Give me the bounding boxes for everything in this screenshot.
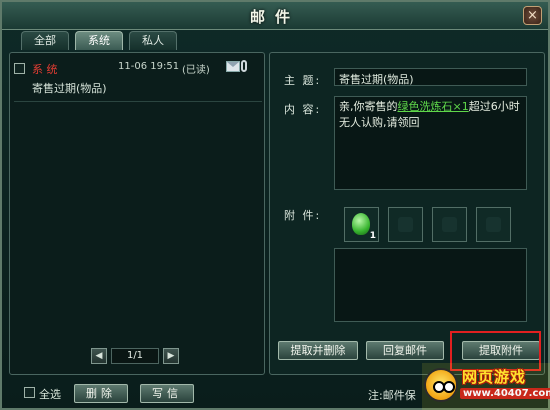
attachment-info-box <box>334 248 527 322</box>
select-all-label: 全选 <box>39 388 61 401</box>
extract-and-delete-button[interactable]: 提取并删除 <box>278 341 358 360</box>
content-text: 亲,你寄售的绿色洗炼石×1超过6小时无人认购,请领回 <box>339 99 525 131</box>
mail-subject: 寄售过期(物品) <box>32 82 107 95</box>
tab-private[interactable]: 私人 <box>129 31 177 50</box>
subject-field: 寄售过期(物品) <box>334 68 527 86</box>
envelope-icon <box>226 61 240 72</box>
reply-mail-button[interactable]: 回复邮件 <box>366 341 444 360</box>
mail-detail-panel: 主 题: 寄售过期(物品) 内 容: 亲,你寄售的绿色洗炼石×1超过6小时无人认… <box>269 52 545 375</box>
mail-select-checkbox[interactable] <box>14 62 25 74</box>
write-mail-button[interactable]: 写信 <box>140 384 194 403</box>
mail-list-panel: 系 统 11-06 19:51 (已读) 寄售过期(物品) <box>9 52 265 375</box>
title-bar: 邮件 × <box>2 2 548 30</box>
attachment-slot-2[interactable] <box>388 207 423 242</box>
mail-read-status: (已读) <box>182 65 210 76</box>
content-label: 内 容: <box>284 103 322 116</box>
page-indicator: 1/1 <box>111 348 159 364</box>
attachment-clip-icon <box>241 60 247 72</box>
attachment-slots: 1 <box>344 207 524 243</box>
content-prefix: 亲,你寄售的 <box>339 100 398 113</box>
next-page-button[interactable]: ▶ <box>163 348 179 364</box>
watermark-logo: 网页游戏 www.40407.com <box>422 363 550 410</box>
attachment-slot-4[interactable] <box>476 207 511 242</box>
select-all-checkbox[interactable] <box>24 387 35 398</box>
watermark-title: 网页游戏 <box>462 368 527 386</box>
mail-window: 邮件 × 全部 系统 私人 系 统 11-06 19:51 (已读) 寄售过期(… <box>0 0 550 410</box>
mail-date: 11-06 19:51 <box>118 61 180 72</box>
delete-button[interactable]: 删除 <box>74 384 128 403</box>
subject-label: 主 题: <box>284 74 322 87</box>
watermark-url: www.40407.com <box>460 388 550 399</box>
close-button[interactable]: × <box>523 6 542 25</box>
item-link[interactable]: 绿色洗炼石×1 <box>398 100 469 113</box>
tab-system[interactable]: 系统 <box>75 31 123 50</box>
mail-sender: 系 统 <box>32 63 58 76</box>
tab-all[interactable]: 全部 <box>21 31 69 50</box>
attachment-slot-1[interactable]: 1 <box>344 207 379 242</box>
footer-note: 注:邮件保 <box>368 389 416 402</box>
item-count: 1 <box>369 231 376 241</box>
mascot-icon <box>424 368 458 402</box>
green-gem-icon <box>352 213 370 235</box>
subject-value: 寄售过期(物品) <box>339 73 414 86</box>
attachment-label: 附 件: <box>284 209 322 222</box>
content-field: 亲,你寄售的绿色洗炼石×1超过6小时无人认购,请领回 <box>334 96 527 190</box>
prev-page-button[interactable]: ◀ <box>91 348 107 364</box>
window-title: 邮件 <box>249 8 300 26</box>
row-divider <box>14 101 262 102</box>
list-item[interactable]: 系 统 11-06 19:51 (已读) 寄售过期(物品) <box>14 60 262 102</box>
attachment-slot-3[interactable] <box>432 207 467 242</box>
